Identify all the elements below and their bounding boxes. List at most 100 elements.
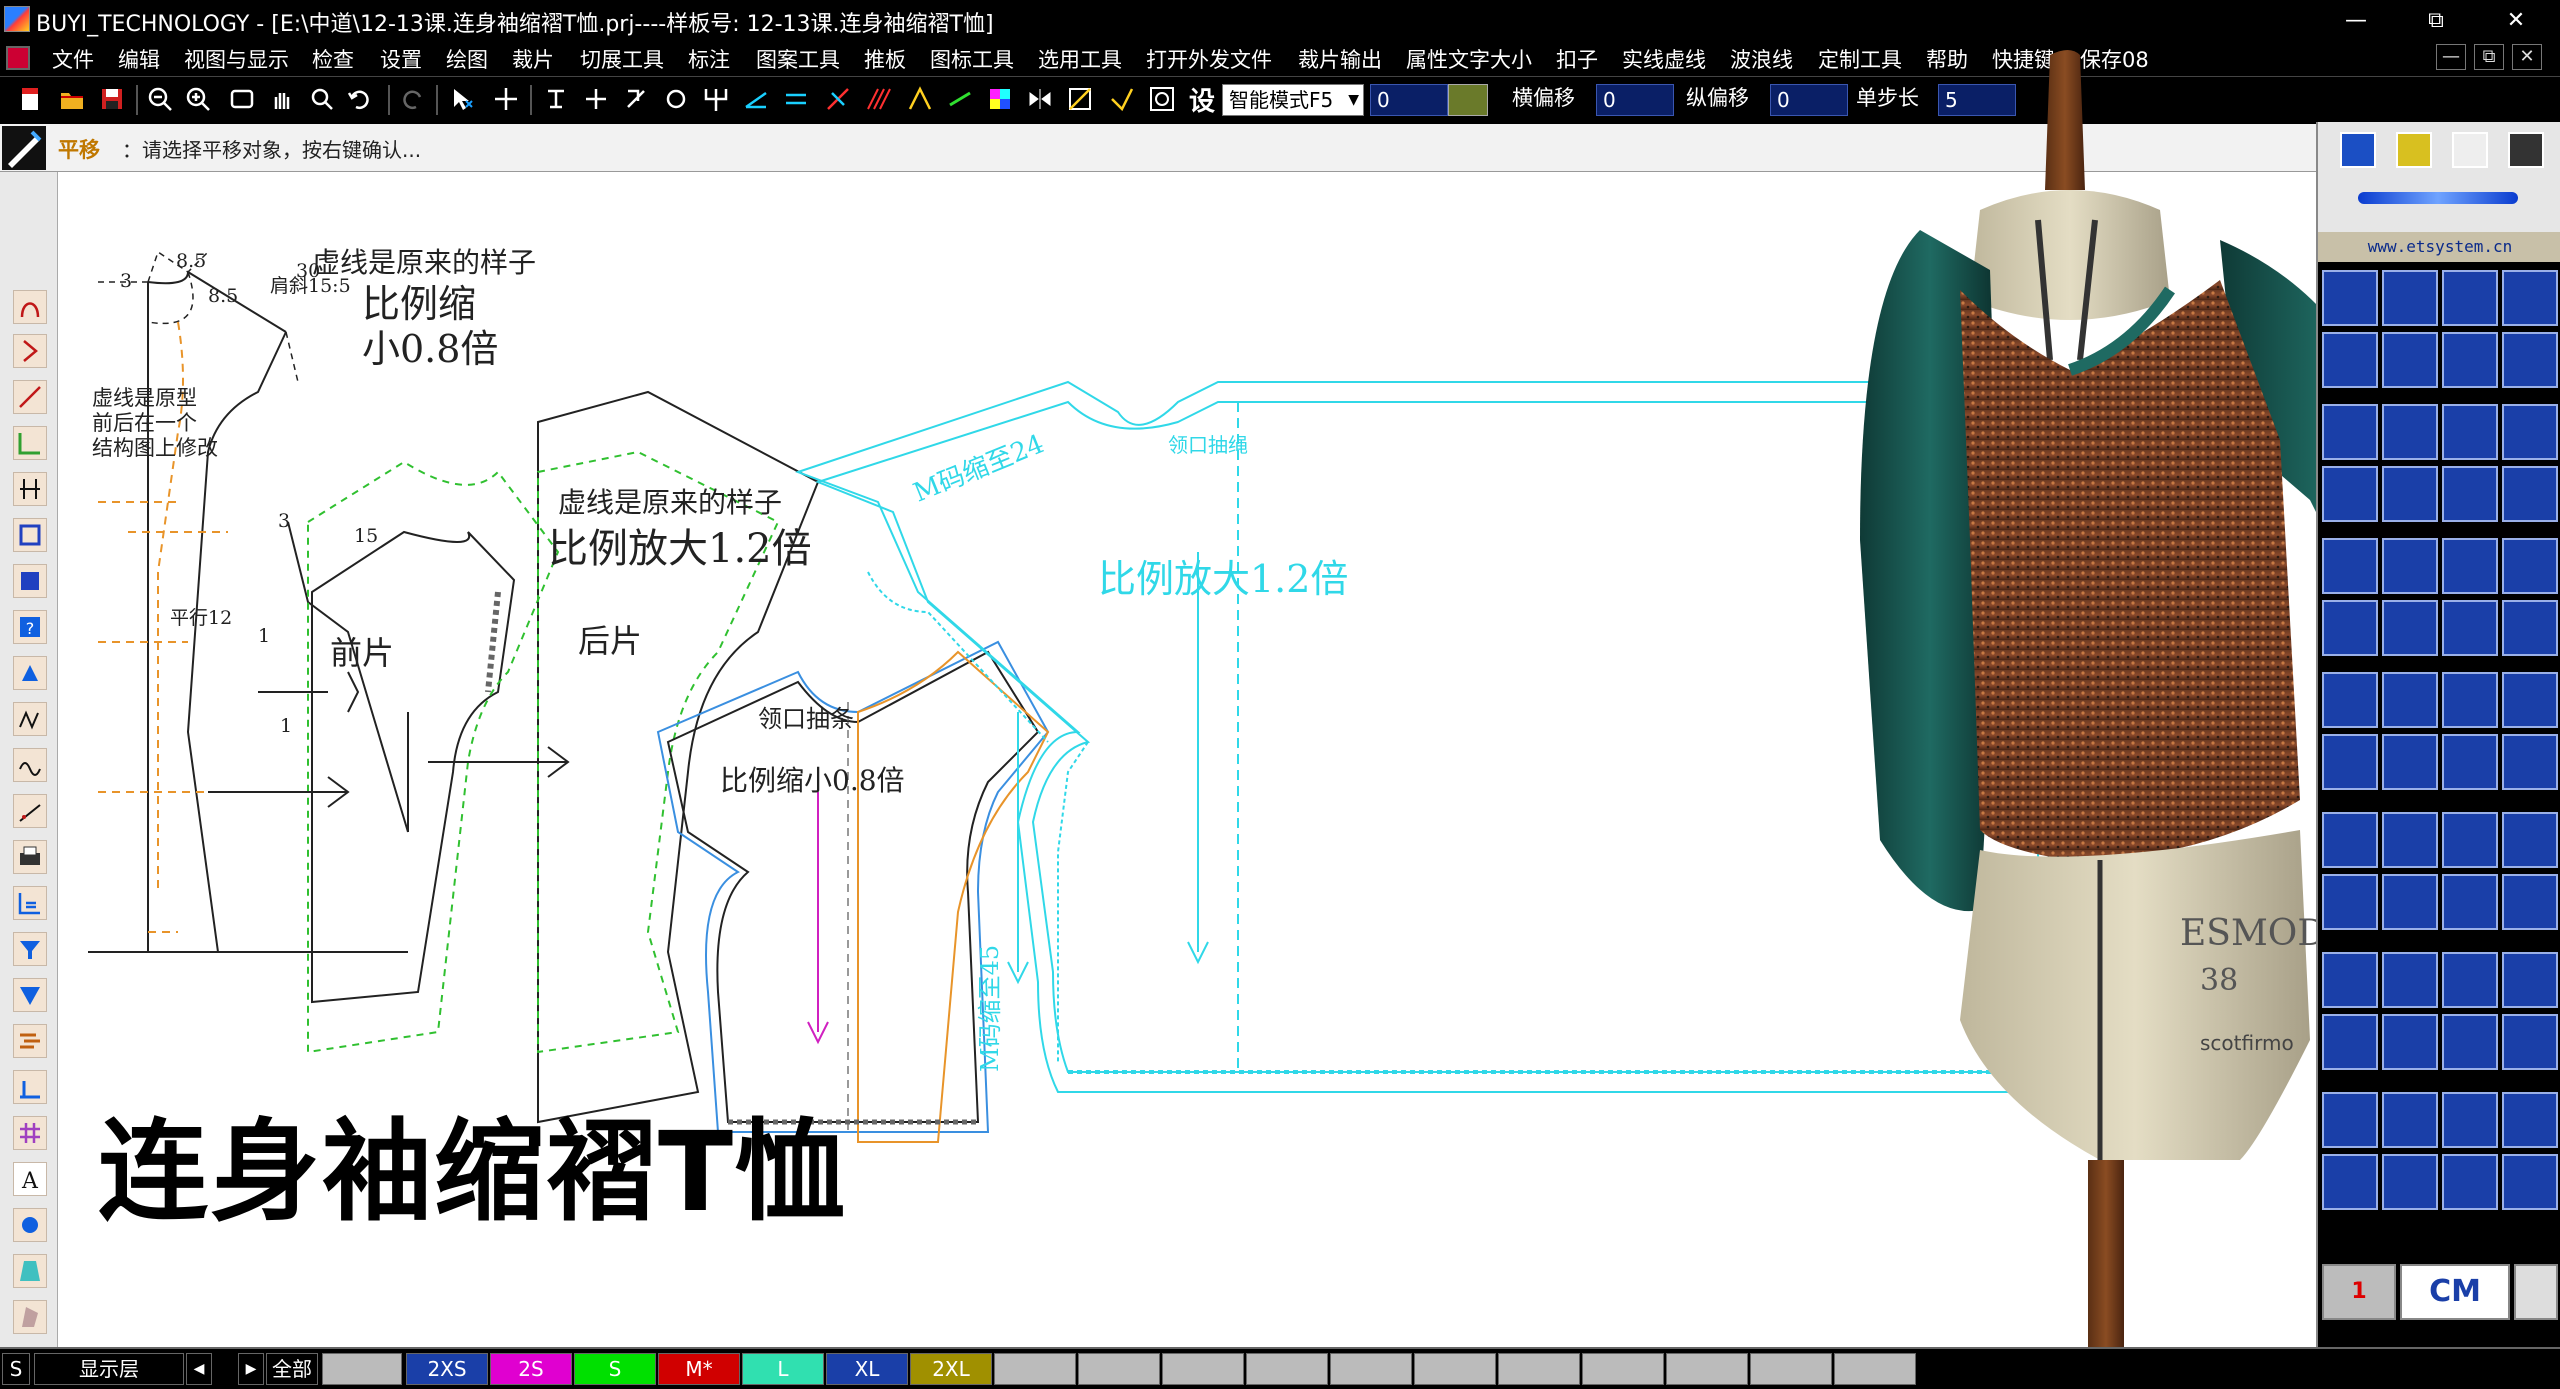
menu-draw[interactable]: 绘图 bbox=[446, 44, 488, 74]
menu-pattern-tools[interactable]: 图案工具 bbox=[756, 44, 840, 74]
menu-slash-spread[interactable]: 切展工具 bbox=[580, 44, 664, 74]
abc-icon[interactable] bbox=[2502, 1014, 2558, 1070]
size-2xs[interactable]: 2XS bbox=[406, 1353, 488, 1385]
curve-corner-icon[interactable] bbox=[2322, 332, 2378, 388]
scale-tool-icon[interactable] bbox=[13, 1070, 47, 1104]
pan-hand-icon[interactable] bbox=[266, 83, 298, 115]
slant-tool-icon[interactable] bbox=[13, 794, 47, 828]
red-counter[interactable]: 1 bbox=[2322, 1264, 2396, 1320]
table-icon[interactable] bbox=[2382, 1154, 2438, 1210]
plus-frame-icon[interactable] bbox=[2502, 952, 2558, 1008]
arc-tool-icon[interactable] bbox=[13, 334, 47, 368]
sleeve-tool-icon[interactable] bbox=[13, 1300, 47, 1334]
new-file-icon[interactable] bbox=[14, 83, 46, 115]
corner-icon[interactable] bbox=[620, 83, 652, 115]
collar-icon[interactable] bbox=[2322, 874, 2378, 930]
fit-screen-icon[interactable] bbox=[226, 83, 258, 115]
dart-icon[interactable] bbox=[904, 83, 936, 115]
unit-button[interactable]: CM bbox=[2400, 1264, 2510, 1320]
menu-icon-tools[interactable]: 图标工具 bbox=[930, 44, 1014, 74]
v-offset-field[interactable]: 0 bbox=[1770, 84, 1848, 116]
menu-wave-line[interactable]: 波浪线 bbox=[1730, 44, 1793, 74]
printer-icon[interactable] bbox=[2508, 132, 2544, 168]
ruler-icon[interactable] bbox=[2340, 132, 2376, 168]
grid-tool-icon[interactable] bbox=[13, 886, 47, 920]
mode-select[interactable]: 智能模式F5 ▼ bbox=[1222, 84, 1364, 116]
menu-settings[interactable]: 设置 bbox=[380, 44, 422, 74]
tape-measure-icon[interactable] bbox=[2322, 270, 2378, 326]
close-button[interactable]: ✕ bbox=[2476, 0, 2556, 40]
square-split-icon[interactable] bbox=[2442, 952, 2498, 1008]
download-icon[interactable] bbox=[2382, 812, 2438, 868]
fold-piece-icon[interactable] bbox=[2502, 600, 2558, 656]
rotate-icon[interactable] bbox=[660, 83, 692, 115]
diagonal-dart-icon[interactable] bbox=[2442, 734, 2498, 790]
h-offset-field[interactable]: 0 bbox=[1596, 84, 1674, 116]
path-points-icon[interactable] bbox=[2442, 1154, 2498, 1210]
next-arrow-icon[interactable]: ▶ bbox=[238, 1353, 264, 1385]
crown-icon[interactable] bbox=[2442, 404, 2498, 460]
point-down-icon[interactable] bbox=[2322, 734, 2378, 790]
check-icon[interactable] bbox=[2502, 812, 2558, 868]
grade-icon[interactable] bbox=[1064, 83, 1096, 115]
angle-icon[interactable] bbox=[740, 83, 772, 115]
shoe-icon[interactable] bbox=[2322, 1154, 2378, 1210]
bag-icon[interactable] bbox=[2322, 600, 2378, 656]
redo-icon[interactable] bbox=[396, 83, 428, 115]
drop-icon[interactable] bbox=[2442, 1014, 2498, 1070]
skyline-icon[interactable] bbox=[2382, 874, 2438, 930]
zoom-window-icon[interactable] bbox=[306, 83, 338, 115]
button-tool-icon[interactable] bbox=[13, 1208, 47, 1242]
color-pick-icon[interactable] bbox=[2452, 132, 2488, 168]
key-icon[interactable] bbox=[2502, 1154, 2558, 1210]
rectangle-tool-icon[interactable] bbox=[13, 518, 47, 552]
bar-dart-icon[interactable] bbox=[2502, 734, 2558, 790]
calculator-icon[interactable] bbox=[2514, 1264, 2558, 1320]
menu-select-tools[interactable]: 选用工具 bbox=[1038, 44, 1122, 74]
slant-note-icon[interactable] bbox=[2442, 1092, 2498, 1148]
tie-icon[interactable] bbox=[2442, 332, 2498, 388]
triangle-tool-icon[interactable] bbox=[13, 978, 47, 1012]
cross-cut-icon[interactable] bbox=[2502, 466, 2558, 522]
split-piece-icon[interactable] bbox=[2382, 1014, 2438, 1070]
maximize-button[interactable]: ⧉ bbox=[2396, 0, 2476, 40]
minimize-button[interactable]: — bbox=[2316, 0, 2396, 40]
ripple-icon[interactable] bbox=[2502, 270, 2558, 326]
line-tool-icon[interactable] bbox=[13, 380, 47, 414]
menu-grading[interactable]: 推板 bbox=[864, 44, 906, 74]
hill-icon[interactable] bbox=[2502, 672, 2558, 728]
slope-icon[interactable] bbox=[2442, 466, 2498, 522]
help-tool-icon[interactable]: ? bbox=[13, 610, 47, 644]
knot-icon[interactable] bbox=[2442, 270, 2498, 326]
b-badge-icon[interactable] bbox=[2322, 1092, 2378, 1148]
settings-shortcut-button[interactable]: 设 bbox=[1186, 83, 1218, 117]
size-l[interactable]: L bbox=[742, 1353, 824, 1385]
piece-tool-icon[interactable] bbox=[13, 1254, 47, 1288]
arrow-updown-icon[interactable] bbox=[2382, 404, 2438, 460]
label-icon[interactable] bbox=[2322, 1014, 2378, 1070]
hash-tool-icon[interactable] bbox=[13, 1116, 47, 1150]
import-icon[interactable] bbox=[2322, 812, 2378, 868]
menu-annotate[interactable]: 标注 bbox=[688, 44, 730, 74]
zigzag-tool-icon[interactable] bbox=[13, 702, 47, 736]
add-point-icon[interactable] bbox=[580, 83, 612, 115]
zoom-out-icon[interactable] bbox=[144, 83, 176, 115]
menu-buttons[interactable]: 扣子 bbox=[1556, 44, 1598, 74]
menu-view[interactable]: 视图与显示 bbox=[184, 44, 289, 74]
menu-edit[interactable]: 编辑 bbox=[118, 44, 160, 74]
line-join-icon[interactable] bbox=[2382, 270, 2438, 326]
layer-label[interactable]: 显示层 bbox=[34, 1353, 184, 1385]
align-icon[interactable] bbox=[540, 83, 572, 115]
hatch-icon[interactable] bbox=[862, 83, 894, 115]
menu-open-external[interactable]: 打开外发文件 bbox=[1146, 44, 1272, 74]
rect-corner-tool-icon[interactable] bbox=[13, 426, 47, 460]
size-2s[interactable]: 2S bbox=[490, 1353, 572, 1385]
swirl-icon[interactable] bbox=[2502, 538, 2558, 594]
menu-pieces[interactable]: 裁片 bbox=[512, 44, 554, 74]
snap-toggle-icon[interactable] bbox=[1448, 84, 1488, 116]
fill-tool-icon[interactable] bbox=[13, 656, 47, 690]
printer-tool-icon[interactable] bbox=[13, 840, 47, 874]
bracket-icon[interactable] bbox=[2502, 404, 2558, 460]
curve-ruler-icon[interactable] bbox=[2396, 132, 2432, 168]
skirt-icon[interactable] bbox=[2382, 952, 2438, 1008]
